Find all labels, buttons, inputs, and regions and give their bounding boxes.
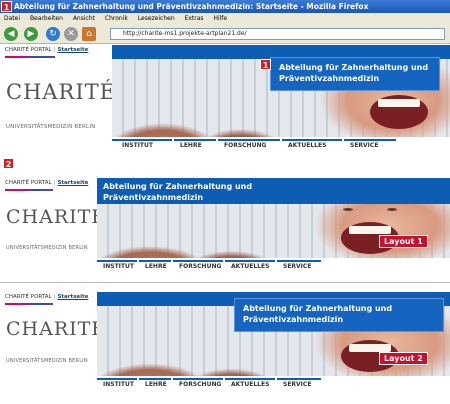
color-bar xyxy=(5,303,53,305)
site-view-layout-2: CHARITÉ PORTAL | Startseite CHARITÉ UNIVER… xyxy=(0,292,450,400)
heading-text: Abteilung für Zahnerhaltung und Präventi… xyxy=(103,181,252,203)
teeth-shape xyxy=(349,226,391,234)
site-view-layout-1: CHARITÉ PORTAL | Startseite CHARITÉ UNIVER… xyxy=(0,178,450,274)
menu-chronik[interactable]: Chronik xyxy=(105,15,128,22)
menu-datei[interactable]: Datei xyxy=(4,15,20,22)
hero-image: Abteilung für Zahnerhaltung und Präventi… xyxy=(97,178,450,258)
brand-panel: CHARITÉ PORTAL | Startseite CHARITÉ UNIVER… xyxy=(0,292,105,400)
window-title: Abteilung für Zahnerhaltung und Präventi… xyxy=(14,2,369,11)
eye-shape xyxy=(387,208,397,211)
nav-institut[interactable]: INSTITUT xyxy=(122,142,153,149)
layout-2-label: Layout 2 xyxy=(379,352,428,365)
portal-links: CHARITÉ PORTAL | Startseite xyxy=(5,294,89,300)
nav-forschung[interactable]: FORSCHUNG xyxy=(179,381,221,388)
menu-lesezeichen[interactable]: Lesezeichen xyxy=(138,15,175,22)
heading-line-1: Abteilung für Zahnerhaltung und xyxy=(279,63,429,72)
brand-panel: CHARITÉ PORTAL | Startseite CHARITÉ UNIVER… xyxy=(0,178,105,274)
heading-overlay: Abteilung für Zahnerhaltung und Präventi… xyxy=(270,57,440,91)
heading-line-2: Präventivzahnmedizin xyxy=(279,74,380,83)
nav-aktuelles[interactable]: AKTUELLES xyxy=(231,381,269,388)
hero-image: Abteilung für Zahnerhaltung und Präventi… xyxy=(112,45,450,137)
nav-institut[interactable]: INSTITUT xyxy=(103,263,134,270)
browser-menubar: Datei Bearbeiten Ansicht Chronik Lesezei… xyxy=(0,13,450,24)
stop-icon[interactable]: ✕ xyxy=(64,27,78,41)
portal-link[interactable]: CHARITÉ PORTAL xyxy=(5,294,52,300)
heading-line-1: Abteilung für Zahnerhaltung und xyxy=(103,182,253,191)
nav-service[interactable]: SERVICE xyxy=(283,381,311,388)
nav-aktuelles[interactable]: AKTUELLES xyxy=(288,142,326,149)
back-icon[interactable]: ◀ xyxy=(4,27,18,41)
reload-icon[interactable]: ↻ xyxy=(46,27,60,41)
heading-line-2: Präventivzahnmedizin xyxy=(243,315,344,324)
nav-service[interactable]: SERVICE xyxy=(350,142,378,149)
marker-badge-1: 1 xyxy=(1,1,12,12)
menu-extras[interactable]: Extras xyxy=(185,15,204,22)
heading-line-1: Abteilung für Zahnerhaltung und xyxy=(243,304,393,313)
main-nav: INSTITUT LEHRE FORSCHUNG AKTUELLES SERVI… xyxy=(97,260,450,272)
portal-links: CHARITÉ PORTAL | Startseite xyxy=(5,47,89,53)
startseite-link[interactable]: Startseite xyxy=(57,294,88,300)
url-text: http://charite-ms1.projekte-artplan21.de… xyxy=(123,30,247,37)
hero-image: Abteilung für Zahnerhaltung und Präventi… xyxy=(97,292,450,376)
section-divider xyxy=(0,282,450,283)
nav-aktuelles[interactable]: AKTUELLES xyxy=(231,263,269,270)
browser-toolbar: ◀ ▶ ↻ ✕ ⌂ http://charite-ms1.projekte-ar… xyxy=(0,24,450,44)
charite-logo: CHARITÉ xyxy=(6,318,107,340)
nav-lehre[interactable]: LEHRE xyxy=(145,381,167,388)
university-subtitle: UNIVERSITÄTSMEDIZIN BERLIN xyxy=(6,245,88,251)
teeth-shape xyxy=(349,344,391,352)
site-view-1: CHARITÉ PORTAL | Startseite CHARITÉ UNIVER… xyxy=(0,45,450,155)
startseite-link[interactable]: Startseite xyxy=(57,180,88,186)
nav-forschung[interactable]: FORSCHUNG xyxy=(224,142,266,149)
menu-hilfe[interactable]: Hilfe xyxy=(213,15,227,22)
color-bar xyxy=(5,56,55,58)
heading-overlay: Abteilung für Zahnerhaltung und Präventi… xyxy=(234,298,444,332)
charite-logo: CHARITÉ xyxy=(6,206,107,228)
portal-links: CHARITÉ PORTAL | Startseite xyxy=(5,180,89,186)
nav-lehre[interactable]: LEHRE xyxy=(145,263,167,270)
teeth-shape xyxy=(378,99,420,107)
main-nav: INSTITUT LEHRE FORSCHUNG AKTUELLES SERVI… xyxy=(112,139,450,151)
heading-line-2: Präventivzahnmedizin xyxy=(103,193,204,202)
portal-link[interactable]: CHARITÉ PORTAL xyxy=(5,47,52,53)
home-icon[interactable]: ⌂ xyxy=(82,27,96,41)
charite-logo: CHARITÉ xyxy=(6,80,116,104)
menu-ansicht[interactable]: Ansicht xyxy=(73,15,95,22)
menu-bearbeiten[interactable]: Bearbeiten xyxy=(30,15,63,22)
layout-1-label: Layout 1 xyxy=(379,235,428,248)
nav-lehre[interactable]: LEHRE xyxy=(180,142,202,149)
nav-service[interactable]: SERVICE xyxy=(283,263,311,270)
nav-institut[interactable]: INSTITUT xyxy=(103,381,134,388)
forward-icon[interactable]: ▶ xyxy=(24,27,38,41)
brand-panel: CHARITÉ PORTAL | Startseite CHARITÉ UNIVER… xyxy=(0,45,115,155)
marker-badge-2: 2 xyxy=(3,158,14,169)
startseite-link[interactable]: Startseite xyxy=(57,47,88,53)
main-nav: INSTITUT LEHRE FORSCHUNG AKTUELLES SERVI… xyxy=(97,378,450,390)
nav-forschung[interactable]: FORSCHUNG xyxy=(179,263,221,270)
eye-shape xyxy=(343,208,353,211)
portal-link[interactable]: CHARITÉ PORTAL xyxy=(5,180,52,186)
window-titlebar: Abteilung für Zahnerhaltung und Präventi… xyxy=(0,0,450,13)
color-bar xyxy=(5,189,53,191)
university-subtitle: UNIVERSITÄTSMEDIZIN BERLIN xyxy=(6,358,88,364)
university-subtitle: UNIVERSITÄTSMEDIZIN BERLIN xyxy=(6,124,96,130)
marker-badge-heading: 1 xyxy=(260,59,271,70)
address-bar[interactable]: http://charite-ms1.projekte-artplan21.de… xyxy=(110,28,445,40)
